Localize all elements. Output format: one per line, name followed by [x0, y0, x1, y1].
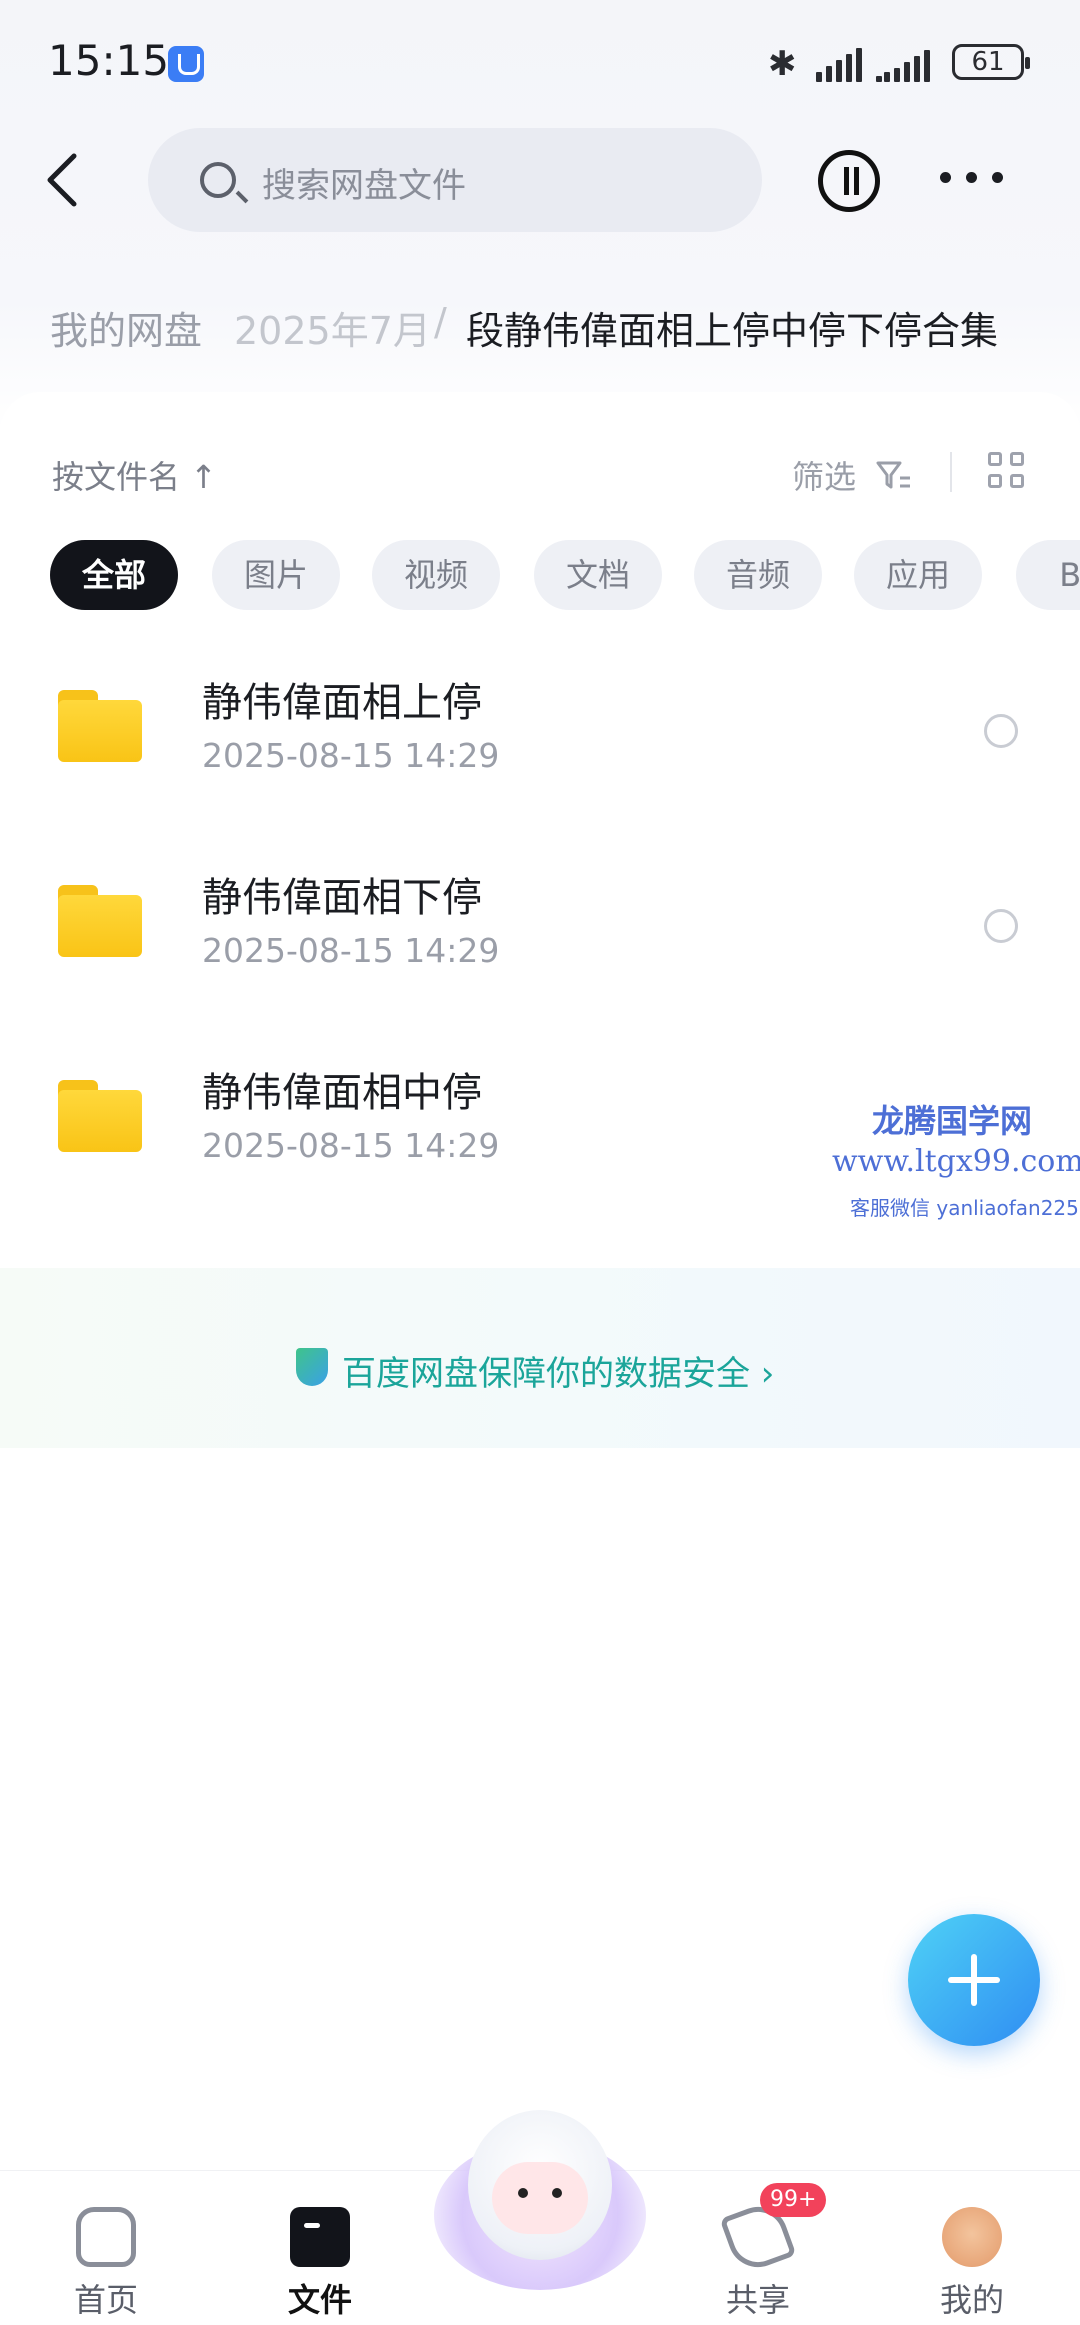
toolbar-divider	[950, 452, 952, 492]
status-time: 15:15	[48, 36, 170, 85]
nav-share-label: 共享	[725, 2281, 790, 2319]
more-icon[interactable]	[940, 172, 1004, 186]
status-bar: 15:15 ✱ 61	[0, 0, 1080, 130]
watermark-contact: 客服微信 yanliaofan225	[850, 1196, 1079, 1220]
watermark-title: 龙腾国学网	[872, 1102, 1033, 1140]
add-button[interactable]	[908, 1914, 1040, 2046]
nav-files[interactable]: 文件	[260, 2189, 380, 2319]
nav-me-label: 我的	[939, 2281, 1004, 2319]
watermark-url: www.ltgx99.com	[832, 1144, 1080, 1179]
breadcrumb-separator: /	[434, 300, 447, 344]
file-type-filter: 全部 图片 视频 文档 音频 应用 BT	[0, 540, 1080, 610]
sort-button[interactable]: 按文件名 ↑	[52, 452, 217, 498]
bluetooth-icon: ✱	[768, 44, 797, 84]
breadcrumb: 我的网盘 2025年7月 / 段静伟偉面相上停中停下停合集	[0, 300, 1080, 360]
notification-app-icon	[168, 46, 204, 82]
shield-icon	[296, 1348, 328, 1386]
avatar	[942, 2207, 1002, 2267]
signal-icon	[816, 48, 864, 82]
nav-home[interactable]: 首页	[46, 2189, 166, 2319]
chip-audio[interactable]: 音频	[694, 540, 822, 610]
chip-videos[interactable]: 视频	[372, 540, 500, 610]
search-icon	[200, 162, 236, 198]
file-date: 2025-08-15 14:29	[202, 736, 500, 775]
assistant-mascot-button[interactable]	[434, 2110, 646, 2310]
file-row[interactable]: 静伟偉面相上停 2025-08-15 14:29	[0, 650, 1080, 810]
filter-icon[interactable]	[876, 460, 912, 492]
folder-icon	[58, 885, 142, 957]
breadcrumb-root[interactable]: 我的网盘	[50, 300, 202, 355]
chip-documents[interactable]: 文档	[534, 540, 662, 610]
file-name: 静伟偉面相中停	[202, 1070, 482, 1116]
nav-me[interactable]: 我的	[912, 2189, 1032, 2319]
nav-share[interactable]: 99+ 共享	[698, 2183, 827, 2319]
select-checkbox[interactable]	[984, 909, 1018, 943]
breadcrumb-current: 段静伟偉面相上停中停下停合集	[466, 309, 999, 353]
folder-icon	[58, 690, 142, 762]
file-name: 静伟偉面相下停	[202, 875, 482, 921]
chip-bt[interactable]: BT	[1016, 540, 1080, 610]
safety-text: 百度网盘保障你的数据安全 ›	[342, 1354, 775, 1394]
chip-images[interactable]: 图片	[212, 540, 340, 610]
select-checkbox[interactable]	[984, 714, 1018, 748]
grid-view-icon[interactable]	[988, 452, 1026, 490]
file-name: 静伟偉面相上停	[202, 680, 482, 726]
file-date: 2025-08-15 14:29	[202, 931, 500, 970]
share-badge: 99+	[760, 2183, 827, 2217]
folder-nav-icon	[290, 2207, 350, 2267]
transfer-icon[interactable]	[818, 150, 880, 212]
chip-all[interactable]: 全部	[50, 540, 178, 610]
chip-apps[interactable]: 应用	[854, 540, 982, 610]
nav-home-label: 首页	[73, 2281, 138, 2319]
file-row[interactable]: 静伟偉面相下停 2025-08-15 14:29	[0, 845, 1080, 1005]
file-date: 2025-08-15 14:29	[202, 1126, 500, 1165]
back-arrow-icon[interactable]	[42, 150, 82, 210]
search-input[interactable]: 搜索网盘文件	[148, 128, 762, 232]
home-icon	[76, 2207, 136, 2267]
signal-icon-2	[876, 48, 938, 82]
search-placeholder: 搜索网盘文件	[262, 166, 466, 206]
battery-icon: 61	[952, 44, 1030, 80]
filter-button[interactable]: 筛选	[792, 452, 856, 498]
folder-icon	[58, 1080, 142, 1152]
nav-files-label: 文件	[287, 2281, 352, 2319]
battery-level: 61	[971, 47, 1005, 77]
breadcrumb-parent[interactable]: 2025年7月	[234, 300, 431, 355]
